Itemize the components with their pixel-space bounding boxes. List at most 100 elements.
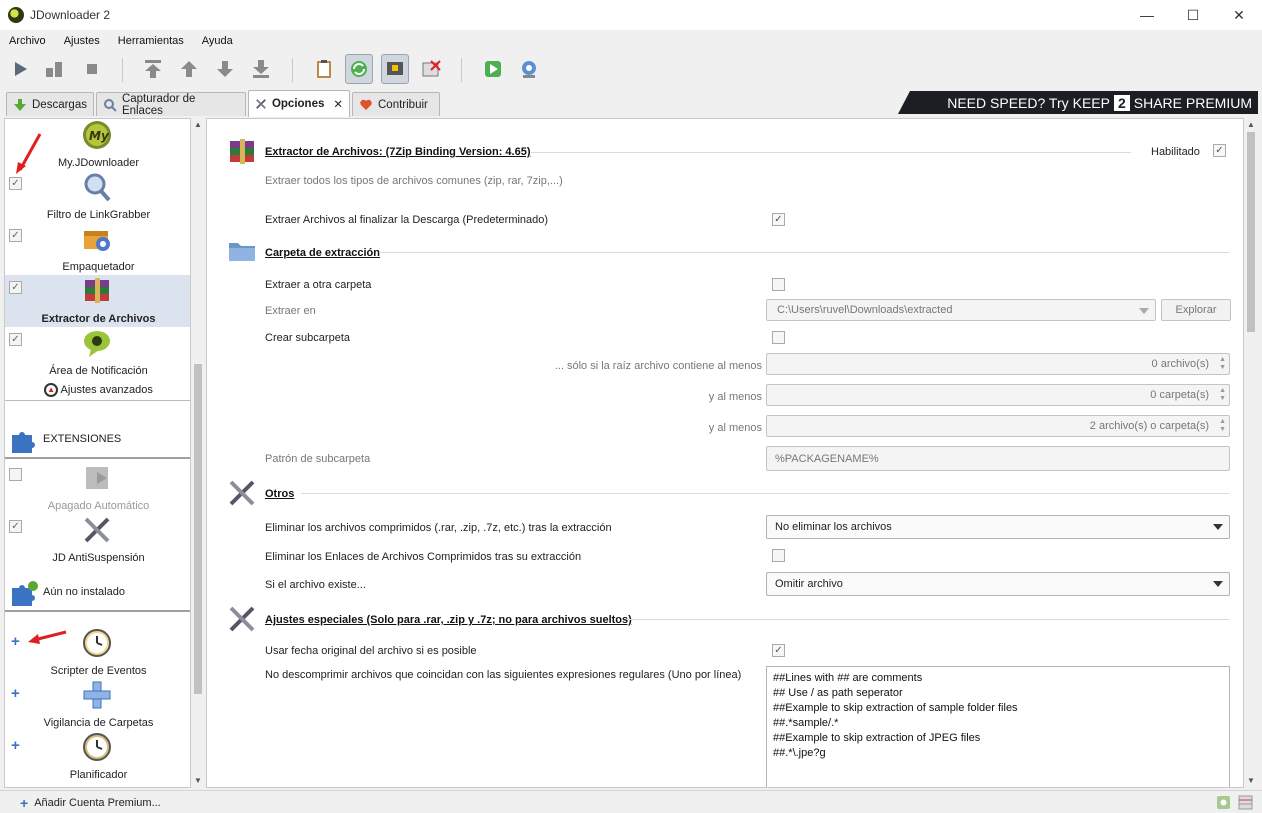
- use-original-date-checkbox[interactable]: ✓: [772, 644, 785, 657]
- minimize-button[interactable]: —: [1124, 0, 1170, 30]
- spinner-arrows-icon[interactable]: ▲ ▼: [1219, 418, 1226, 434]
- min-items-spinner[interactable]: 2 archivo(s) o carpeta(s) ▲ ▼: [766, 415, 1230, 437]
- min-folders-spinner[interactable]: 0 carpeta(s) ▲ ▼: [766, 384, 1230, 406]
- tray-green-icon[interactable]: [1216, 795, 1231, 810]
- add-premium-account-button[interactable]: + Añadir Cuenta Premium...: [20, 795, 161, 811]
- reconnect-now-button[interactable]: [515, 54, 543, 84]
- sidebar-item-scheduler[interactable]: + Planificador: [5, 731, 190, 783]
- auto-reconnect-button[interactable]: [345, 54, 373, 84]
- sidebar-item-auto-shutdown[interactable]: Apagado Automático: [5, 462, 190, 514]
- enable-checkbox[interactable]: ✓: [9, 177, 22, 190]
- tab-contribute[interactable]: Contribuir: [352, 92, 440, 116]
- clipboard-monitor-button[interactable]: [310, 54, 338, 84]
- settings-scrollbar[interactable]: ▲ ▼: [1244, 118, 1258, 788]
- move-up-button[interactable]: [175, 54, 203, 84]
- maximize-button[interactable]: ☐: [1170, 0, 1216, 30]
- tools-icon: [229, 606, 255, 632]
- subfolder-pattern-input[interactable]: %PACKAGENAME%: [766, 446, 1230, 471]
- jdownloader-logo-icon: [8, 7, 24, 23]
- no-extract-regex-textarea[interactable]: ##Lines with ## are comments ## Use / as…: [766, 666, 1230, 787]
- scroll-up-icon[interactable]: ▲: [193, 120, 203, 130]
- spinner-arrows-icon[interactable]: ▲ ▼: [1219, 356, 1226, 372]
- move-top-button[interactable]: [139, 54, 167, 84]
- install-plus-icon[interactable]: +: [11, 633, 20, 650]
- scroll-up-icon[interactable]: ▲: [1246, 120, 1256, 130]
- update-button[interactable]: [479, 54, 507, 84]
- move-bottom-button[interactable]: [247, 54, 275, 84]
- clipboard-icon: [317, 60, 331, 78]
- close-button[interactable]: ✕: [1216, 0, 1262, 30]
- tab-downloads[interactable]: Descargas: [6, 92, 94, 116]
- toolbar-separator: [461, 58, 462, 82]
- chevron-down-icon: [1213, 524, 1223, 530]
- sidebar-scrollbar[interactable]: ▲ ▼: [191, 118, 205, 788]
- sidebar-item-folder-watch[interactable]: + Vigilancia de Carpetas: [5, 679, 190, 731]
- puzzle-piece-icon: [12, 432, 35, 453]
- enable-checkbox[interactable]: ✓: [9, 520, 22, 533]
- sidebar-item-advanced-settings[interactable]: ▲ Ajustes avanzados: [5, 379, 190, 401]
- stop-download-button[interactable]: [78, 54, 106, 84]
- spinner-arrows-icon[interactable]: ▲ ▼: [1219, 387, 1226, 403]
- update-icon: [485, 61, 501, 77]
- regex-line: ## Use / as path seperator: [773, 687, 903, 699]
- menu-ayuda[interactable]: Ayuda: [193, 32, 242, 52]
- arrow-top-icon: [145, 60, 161, 78]
- folder-plus-icon: [83, 681, 111, 709]
- settings-sidebar: My My.JDownloader ✓ Filtro de LinkGrabbe…: [4, 118, 191, 788]
- toolbar-separator: [122, 58, 123, 82]
- enabled-checkbox[interactable]: ✓: [1213, 144, 1226, 157]
- tray-table-icon[interactable]: [1238, 795, 1253, 810]
- sidebar-scroll-thumb[interactable]: [194, 364, 202, 694]
- banner-need-speed: NEED SPEED? Try: [947, 94, 1069, 111]
- sidebar-item-antisuspend[interactable]: ✓ JD AntiSuspensión: [5, 514, 190, 566]
- install-plus-icon[interactable]: +: [11, 737, 20, 754]
- red-annotation-arrow-icon: [16, 133, 42, 174]
- extract-other-folder-checkbox[interactable]: [772, 278, 785, 291]
- menu-ajustes[interactable]: Ajustes: [55, 32, 109, 52]
- title-bar: JDownloader 2 — ☐ ✕: [0, 0, 1262, 30]
- only-if-root-label: ... sólo si la raíz archivo contiene al …: [554, 360, 762, 372]
- use-original-date-label: Usar fecha original del archivo si es po…: [265, 645, 477, 657]
- create-subfolder-checkbox[interactable]: [772, 331, 785, 344]
- delete-archives-select[interactable]: No eliminar los archivos: [766, 515, 1230, 539]
- scroll-down-icon[interactable]: ▼: [193, 776, 203, 786]
- start-download-button[interactable]: [6, 54, 34, 84]
- browse-button[interactable]: Explorar: [1161, 299, 1231, 321]
- enable-checkbox[interactable]: ✓: [9, 229, 22, 242]
- sidebar-item-label: JD AntiSuspensión: [52, 552, 145, 564]
- sidebar-item-notification[interactable]: ✓ Área de Notificación: [5, 327, 190, 379]
- delete-links-checkbox[interactable]: [772, 549, 785, 562]
- menu-herramientas[interactable]: Herramientas: [109, 32, 193, 52]
- regex-line: ##Example to skip extraction of JPEG fil…: [773, 732, 981, 744]
- enable-checkbox[interactable]: ✓: [9, 281, 22, 294]
- if-file-exists-select[interactable]: Omitir archivo: [766, 572, 1230, 596]
- settings-scroll-thumb[interactable]: [1247, 132, 1255, 332]
- tab-linkgrabber[interactable]: Capturador de Enlaces: [96, 92, 246, 117]
- extract-in-label: Extraer en: [265, 305, 316, 317]
- silent-mode-button[interactable]: [417, 54, 445, 84]
- move-down-button[interactable]: [211, 54, 239, 84]
- enable-checkbox[interactable]: ✓: [9, 333, 22, 346]
- min-files-spinner[interactable]: 0 archivo(s) ▲ ▼: [766, 353, 1230, 375]
- window-title: JDownloader 2: [30, 8, 111, 22]
- premium-toggle-button[interactable]: [381, 54, 409, 84]
- menu-archivo[interactable]: Archivo: [0, 32, 55, 52]
- scroll-down-icon[interactable]: ▼: [1246, 776, 1256, 786]
- keep2share-banner[interactable]: NEED SPEED? Try KEEP 2 SHARE PREMIUM: [898, 91, 1258, 114]
- pause-download-button[interactable]: [40, 54, 68, 84]
- enable-checkbox[interactable]: [9, 468, 22, 481]
- tools-icon: [256, 99, 266, 109]
- sidebar-item-packager[interactable]: ✓ Empaquetador: [5, 223, 190, 275]
- sidebar-item-linkgrabber-filter[interactable]: ✓ Filtro de LinkGrabber: [5, 171, 190, 223]
- package-gear-icon: [84, 231, 110, 251]
- clock-icon: [83, 733, 111, 761]
- install-plus-icon[interactable]: +: [11, 685, 20, 702]
- clock-icon: [83, 629, 111, 657]
- extract-after-download-checkbox[interactable]: ✓: [772, 213, 785, 226]
- regex-line: ##Lines with ## are comments: [773, 672, 923, 684]
- sidebar-item-extractor[interactable]: ✓ Extractor de Archivos: [5, 275, 190, 327]
- extract-path-combobox[interactable]: C:\Users\ruvel\Downloads\extracted: [766, 299, 1156, 321]
- delete-archives-label: Eliminar los archivos comprimidos (.rar,…: [265, 522, 612, 534]
- tab-options[interactable]: Opciones ✕: [248, 90, 350, 117]
- tab-close-icon[interactable]: ✕: [333, 97, 343, 111]
